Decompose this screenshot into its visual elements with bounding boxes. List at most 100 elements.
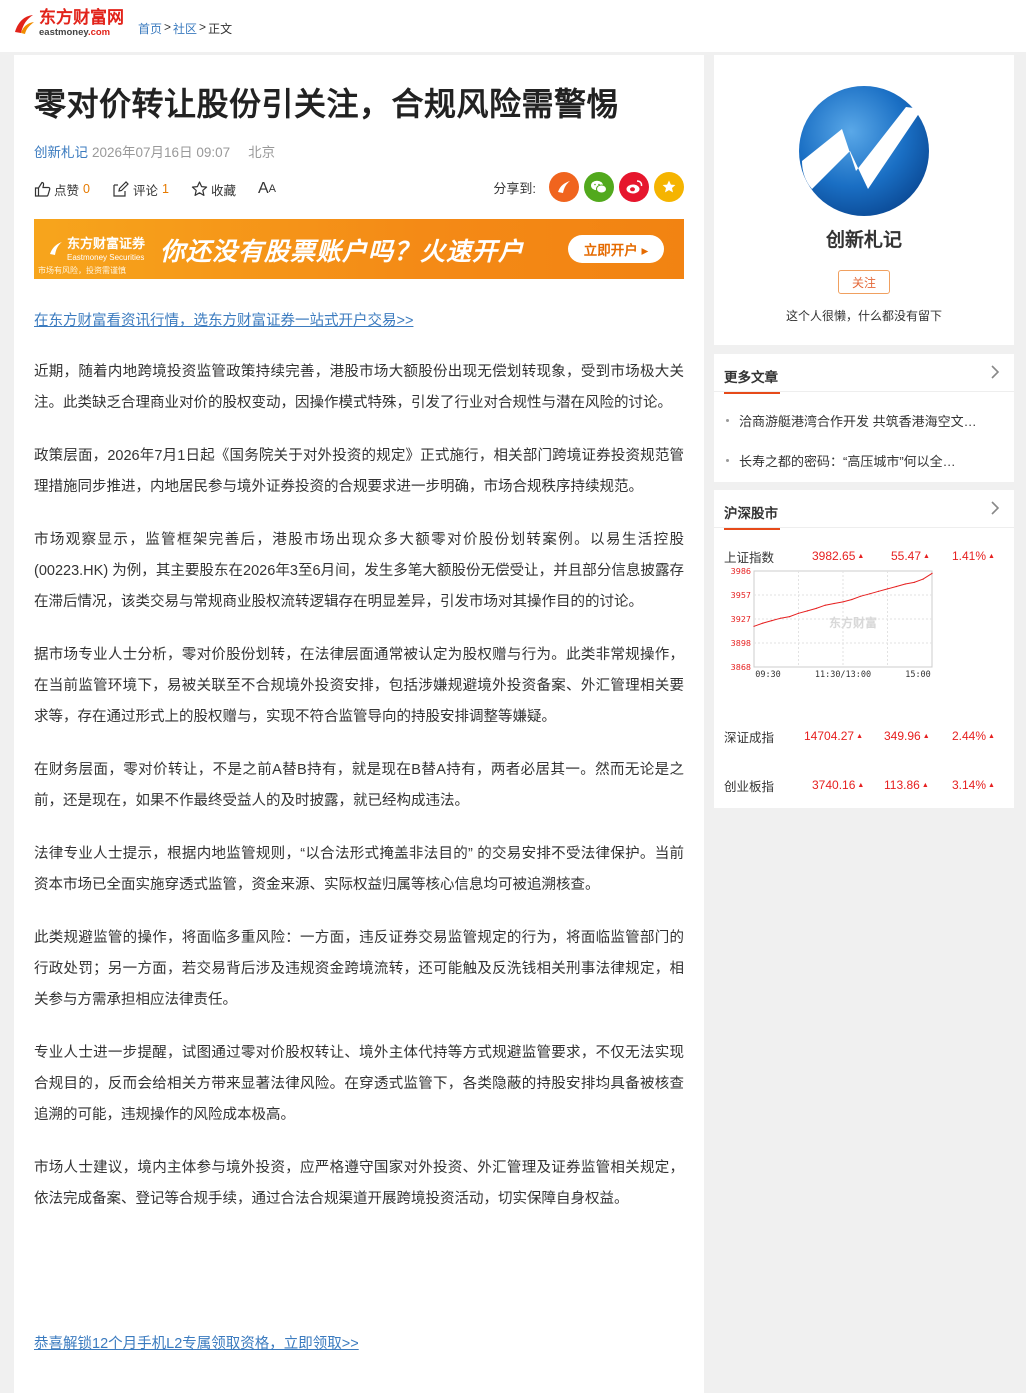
font-size-small: A [268, 183, 276, 195]
edit-icon [113, 181, 129, 197]
article-paragraph: 专业人士进一步提醒，试图通过零对价股权转让、境外主体代持等方式规避监管要求，不仅… [34, 1045, 684, 1123]
chart-y-tick: 3898 [731, 639, 751, 648]
chart-point [895, 585, 897, 588]
chart-y-tick: 3927 [731, 615, 751, 624]
comment-button[interactable]: 评论 1 [112, 180, 169, 199]
favorite-label: 收藏 [210, 183, 236, 198]
index-row-sh[interactable]: 上证指数 3982.65 ▲ 55.47 ▲ 1.41% ▲ [714, 545, 1014, 567]
index-change: 55.47 ▲ [891, 549, 930, 563]
comment-label: 评论 [132, 183, 158, 198]
chart-point [869, 593, 871, 595]
banner-logo: 东方财富证券 Eastmoney Securities [48, 233, 145, 262]
breadcrumb-home[interactable]: 首页 [138, 20, 162, 37]
like-button[interactable]: 点赞 0 [34, 180, 90, 199]
index-pct: 3.14% ▲ [952, 778, 995, 792]
share-wechat-button[interactable] [584, 172, 614, 202]
font-size-big: A [257, 180, 269, 197]
banner-warning: 市场有风险，投资需谨慎 [38, 266, 126, 275]
article-meta: 创新札记 2026年07月16日 09:07 北京 [34, 141, 275, 161]
guba-icon [558, 181, 570, 193]
chart-point [851, 598, 853, 601]
more-article-item[interactable]: 长寿之都的密码：“高压城市”何以全… [726, 440, 1002, 480]
wechat-icon [591, 180, 607, 194]
favorite-button[interactable]: 收藏 [191, 180, 236, 199]
chart-point [762, 622, 764, 624]
article-location: 北京 [248, 145, 276, 160]
index-value: 3740.16 ▲ [812, 778, 865, 792]
like-count: 0 [83, 182, 90, 196]
index-value: 14704.27 ▲ [804, 729, 863, 743]
share-favorite-button[interactable] [654, 172, 684, 202]
chart-point [860, 595, 862, 597]
market-title: 沪深股市 [724, 502, 780, 530]
chevron-right-icon[interactable] [990, 364, 1000, 380]
star-icon [191, 181, 208, 196]
breadcrumb-sep: > [164, 20, 172, 34]
index-change: 113.86 ▲ [884, 778, 929, 792]
account-open-banner[interactable]: 东方财富证券 Eastmoney Securities 市场有风险，投资需谨慎 … [34, 219, 684, 279]
article-title: 零对价转让股份引关注，合规风险需警惕 [34, 85, 620, 123]
top-bar: 东方财富网 eastmoney.com 首页 > 社区 > 正文 [0, 0, 1026, 52]
share-guba-button[interactable] [549, 172, 579, 202]
eastmoney-securities-icon [50, 241, 62, 255]
chart-y-tick: 3957 [731, 591, 751, 600]
logo-swoosh-icon [12, 12, 36, 36]
share-weibo-button[interactable] [619, 172, 649, 202]
chart-point [833, 602, 835, 605]
market-header: 沪深股市 [714, 490, 1014, 530]
weibo-icon [626, 180, 643, 194]
site-logo[interactable]: 东方财富网 eastmoney.com [12, 9, 130, 39]
market-panel: 沪深股市 上证指数 3982.65 ▲ 55.47 ▲ 1.41% ▲ 3986 395… [714, 490, 1014, 808]
follow-button[interactable]: 关注 [838, 270, 890, 294]
chart-point [806, 610, 808, 612]
open-account-button[interactable]: 立即开户 ▸ [568, 235, 664, 263]
index-pct: 2.44% ▲ [952, 729, 995, 743]
chart-point [931, 572, 933, 574]
thumbs-up-icon [34, 181, 51, 197]
article-paragraph: 法律专业人士提示，根据内地监管规则，“以合法形式掩盖非法目的” 的交易安排不受法… [34, 846, 684, 893]
index-name: 上证指数 [724, 550, 775, 565]
index-row-cyb[interactable]: 创业板指 3740.16 ▲ 113.86 ▲ 3.14% ▲ [714, 774, 1014, 796]
index-row-sz[interactable]: 深证成指 14704.27 ▲ 349.96 ▲ 2.44% ▲ [714, 725, 1014, 747]
article-paragraph: 市场人士建议，境内主体参与境外投资，应严格遵守国家对外投资、外汇管理及证券监管相… [34, 1160, 684, 1207]
chart-point [771, 620, 773, 622]
logo-text-cn: 东方财富网 [39, 8, 124, 29]
chart-x-tick: 11:30/13:00 [815, 670, 871, 680]
index-value: 3982.65 ▲ [812, 549, 865, 563]
chart-point [815, 607, 817, 609]
promo-link-bottom[interactable]: 恭喜解锁12个月手机L2专属领取资格，立即领取>> [34, 1332, 359, 1353]
banner-headline: 你还没有股票账户吗？火速开户 [160, 237, 525, 266]
chart-point [922, 578, 924, 580]
chevron-right-icon[interactable] [990, 500, 1000, 516]
breadcrumb-community[interactable]: 社区 [173, 20, 197, 37]
chart-point [780, 617, 782, 619]
article-body: 近期，随着内地跨境投资监管政策持续完善，港股市场大额股份出现无偿划转现象，受到市… [34, 357, 684, 1237]
breadcrumb-current: 正文 [208, 22, 233, 36]
avatar[interactable] [798, 85, 930, 217]
more-articles-panel: 更多文章 洽商游艇港湾合作开发 共筑香港海空文… 长寿之都的密码：“高压城市”何… [714, 354, 1014, 482]
chart-point [904, 583, 906, 585]
author-bio: 这个人很懒，什么都没有留下 [785, 309, 942, 323]
article-datetime: 2026年07月16日 09:07 [92, 145, 231, 160]
author-card: 创新札记 关注 这个人很懒，什么都没有留下 [714, 55, 1014, 345]
article-paragraph: 在财务层面，零对价转让，不是之前A替B持有，就是现在B替A持有，两者必居其一。然… [34, 762, 684, 809]
article-paragraph: 市场观察显示，监管框架完善后，港股市场出现众多大额零对价股份划转案例。以易生活控… [34, 532, 684, 610]
chart-point [886, 588, 889, 590]
chart-watermark: 东方财富 [829, 615, 877, 630]
sidebar-author-name[interactable]: 创新札记 [714, 225, 1014, 252]
index-chart-svg: 3986 3957 3927 3898 3868 东方财富 09:30 11:30/13:00… [731, 567, 933, 680]
chart-y-tick: 3868 [731, 663, 751, 672]
more-article-item[interactable]: 洽商游艇港湾合作开发 共筑香港海空文… [726, 400, 1002, 440]
promo-link-top[interactable]: 在东方财富看资讯行情，选东方财富证券一站式开户交易>> [34, 309, 413, 330]
chart-point [824, 604, 826, 606]
font-size-button[interactable]: AA [258, 180, 276, 198]
breadcrumb: 首页 > 社区 > 正文 [138, 20, 232, 37]
index-chart[interactable]: 3986 3957 3927 3898 3868 东方财富 09:30 11:30/13:00… [724, 565, 936, 690]
index-pct: 1.41% ▲ [952, 549, 995, 563]
chart-point [753, 625, 755, 627]
article-paragraph: 政策层面，2026年7月1日起《国务院关于对外投资的规定》正式施行，相关部门跨境… [34, 448, 684, 495]
article-author[interactable]: 创新札记 [34, 141, 88, 161]
index-change: 349.96 ▲ [884, 729, 930, 743]
more-articles-header: 更多文章 [714, 354, 1014, 394]
chart-point [878, 590, 880, 592]
